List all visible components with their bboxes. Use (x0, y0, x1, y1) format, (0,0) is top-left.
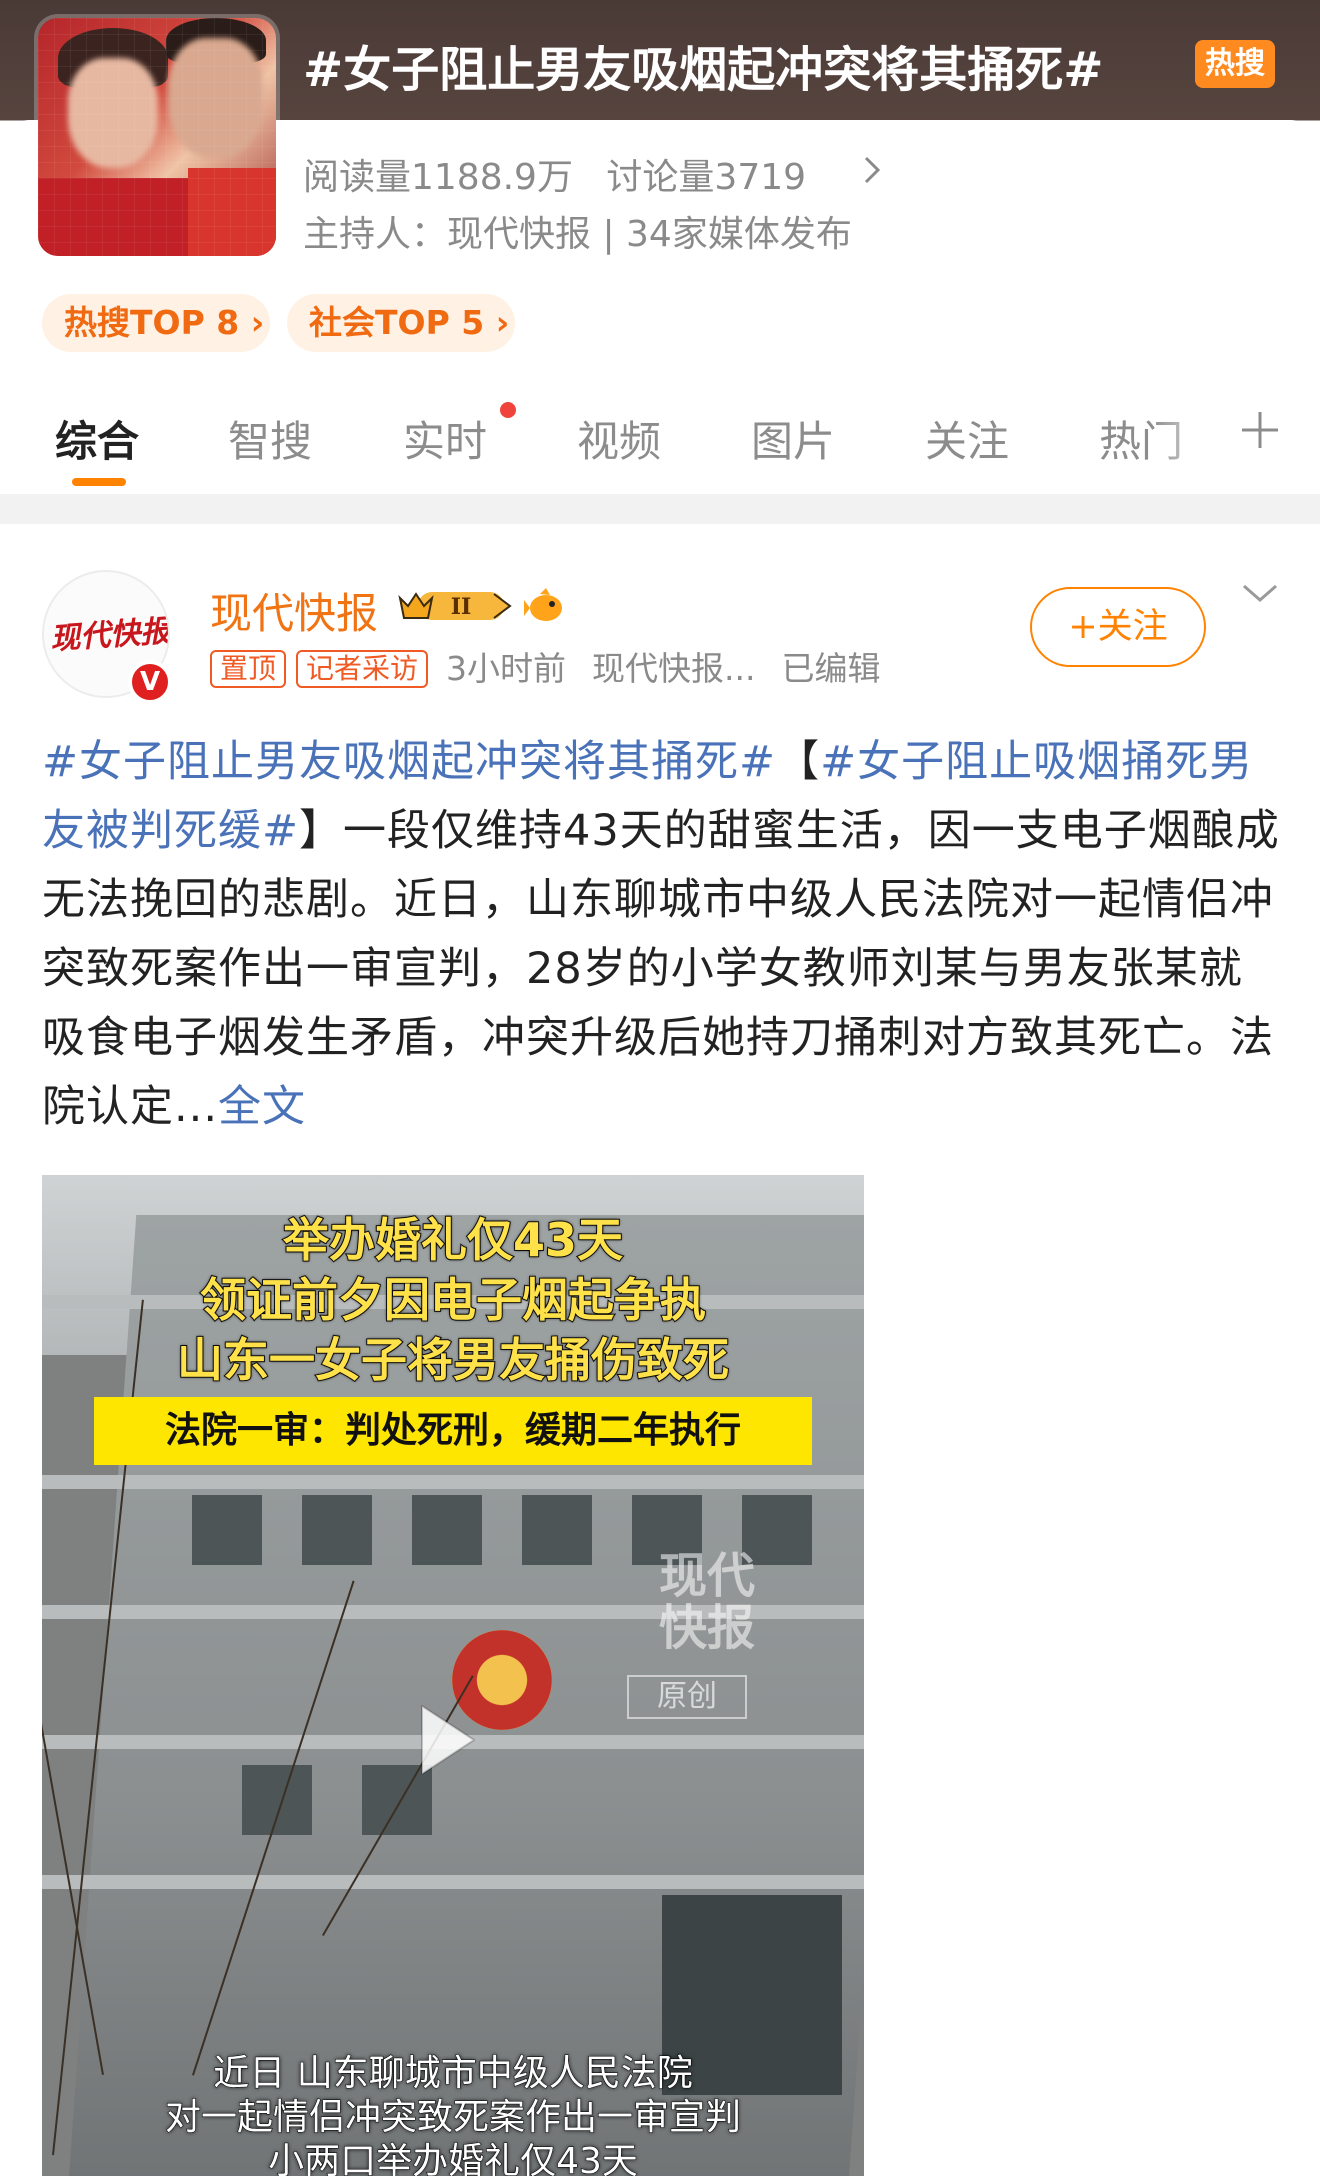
topic-header: #女子阻止男友吸烟起冲突将其捅死# 热搜 阅读量1188.9万 讨论量3719 … (0, 0, 1320, 505)
topic-stats[interactable]: 阅读量1188.9万 讨论量3719 (303, 148, 828, 200)
avatar-logo-text: 现代快报 (49, 613, 170, 658)
video-thumbnail[interactable]: 举办婚礼仅43天 领证前夕因电子烟起争执 山东一女子将男友捅伤致死 法院一审：判… (42, 1175, 864, 2176)
discussion-count: 讨论量3719 (606, 157, 807, 198)
chevron-down-icon[interactable] (1240, 580, 1277, 610)
play-icon[interactable] (382, 1680, 502, 1800)
chevron-right-icon[interactable] (860, 150, 884, 199)
author-name[interactable]: 现代快报 (210, 580, 378, 641)
new-dot-indicator (500, 402, 516, 418)
topic-host: 主持人：现代快报 | 34家媒体发布 (303, 214, 852, 255)
tab-comprehensive[interactable]: 综合 (55, 408, 139, 469)
follow-button[interactable]: +关注 (1030, 587, 1206, 667)
tab-smart-search[interactable]: 智搜 (228, 408, 312, 469)
topic-cover-image[interactable] (38, 18, 276, 256)
verified-v-icon: V (128, 660, 172, 704)
watermark-original-tag: 原创 (627, 1675, 747, 1719)
watermark-logo: 现代 快报 (658, 1548, 755, 1656)
post-meta: 置顶 记者采访 3小时前 现代快报... 已编辑 (210, 650, 899, 690)
read-count: 阅读量1188.9万 (303, 157, 573, 198)
tab-images[interactable]: 图片 (751, 408, 835, 469)
search-tabs: 综合 智搜 实时 视频 图片 关注 热门 (0, 396, 1320, 494)
full-text-link[interactable]: 全文 (218, 1082, 306, 1132)
tab-following[interactable]: 关注 (925, 408, 1009, 469)
edited-label[interactable]: 已编辑 (782, 650, 881, 688)
active-tab-indicator (72, 478, 126, 486)
ruling-banner: 法院一审：判处死刑，缓期二年执行 (94, 1397, 812, 1465)
tab-realtime[interactable]: 实时 (403, 408, 487, 469)
topic-link[interactable]: #女子阻止男友吸烟起冲突将其捅死# (42, 737, 776, 787)
topic-title: #女子阻止男友吸烟起冲突将其捅死# (303, 42, 1104, 98)
society-rank-pill[interactable]: 社会TOP 5 › (287, 294, 515, 352)
section-divider (0, 494, 1320, 524)
video-subtitles: 近日 山东聊城市中级人民法院 对一起情侣冲突致死案作出一审宣判 小两口举办婚礼仅… (164, 2053, 741, 2176)
tab-video[interactable]: 视频 (577, 408, 661, 469)
post-text: #女子阻止男友吸烟起冲突将其捅死#【#女子阻止吸烟捅死男友被判死缓#】一段仅维持… (42, 737, 1280, 1132)
pinned-tag: 置顶 (210, 650, 287, 688)
reporter-tag: 记者采访 (296, 650, 429, 688)
crown-member-icon[interactable]: II (398, 586, 516, 626)
fish-badge-icon[interactable] (524, 586, 568, 626)
member-level-text: II (451, 594, 472, 620)
post-source[interactable]: 现代快报... (592, 650, 755, 688)
post-time: 3小时前 (446, 649, 567, 688)
tab-fade-overlay (1150, 396, 1230, 476)
hot-badge: 热搜 (1195, 40, 1275, 88)
video-headline: 举办婚礼仅43天 领证前夕因电子烟起争执 山东一女子将男友捅伤致死 (176, 1212, 730, 1388)
hot-search-rank-pill[interactable]: 热搜TOP 8 › (42, 294, 270, 352)
plus-icon[interactable] (1238, 400, 1282, 473)
